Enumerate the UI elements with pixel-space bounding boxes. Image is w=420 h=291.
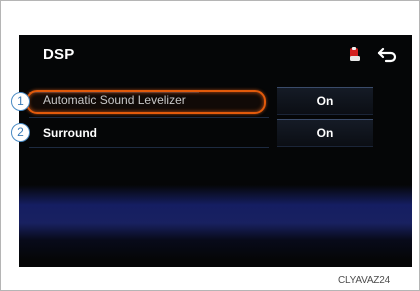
callout-marker-1: 1: [11, 92, 30, 111]
dsp-screen: DSP Automatic Sound Levelizer On Surroun…: [19, 35, 412, 267]
surround-value-button[interactable]: On: [277, 119, 373, 147]
callout-marker-2: 2: [11, 123, 30, 142]
image-code-label: CLYAVAZ24: [338, 275, 390, 286]
row-divider: [29, 147, 269, 148]
row-divider: [29, 117, 269, 118]
page-title: DSP: [43, 46, 75, 63]
row-label-surround[interactable]: Surround: [43, 126, 97, 140]
automatic-sound-levelizer-value-button[interactable]: On: [277, 87, 373, 115]
rear-seat-icon[interactable]: [347, 46, 363, 64]
back-arrow-icon[interactable]: [376, 45, 398, 65]
row-label-automatic-sound-levelizer[interactable]: Automatic Sound Levelizer: [43, 93, 186, 107]
